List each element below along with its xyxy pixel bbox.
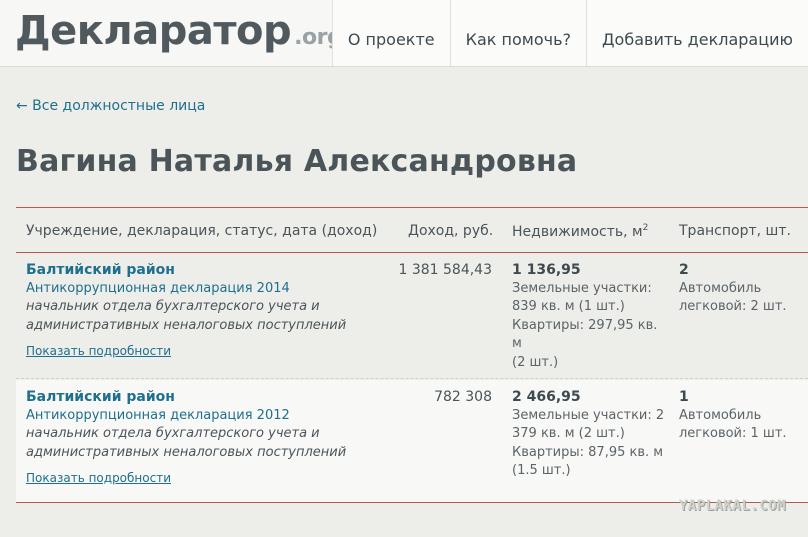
declaration-link[interactable]: Антикоррупционная декларация 2014 [26, 280, 396, 299]
position-line-1: начальник отдела бухгалтерского учета и [26, 426, 320, 441]
property-detail-line: Земельные участки: [512, 280, 652, 296]
property-detail-line: Квартиры: 87,95 кв. м [512, 444, 664, 460]
property-detail-line: Земельные участки: 2 [512, 407, 665, 423]
col-header-institution: Учреждение, декларация, статус, дата (до… [26, 223, 378, 239]
transport-detail-line: Автомобиль [679, 407, 762, 423]
logo-main-text: Декларатор [15, 8, 292, 54]
institution-cell: Балтийский район Антикоррупционная декла… [26, 261, 396, 362]
income-cell: 782 308 [434, 389, 492, 405]
transport-detail-line: легковой: 1 шт. [679, 426, 787, 441]
watermark: YAPLAKAL.COM [678, 498, 786, 514]
property-detail-line: (1.5 шт.) [512, 463, 571, 478]
show-details-link[interactable]: Показать подробности [26, 342, 171, 361]
property-detail-line: 379 кв. м (2 шт.) [512, 426, 625, 441]
col-header-property-sup: 2 [642, 223, 649, 233]
site-header: Декларатор .org О проекте Как помочь? Доб… [0, 0, 808, 67]
table-row: Балтийский район Антикоррупционная декла… [16, 253, 808, 378]
declaration-link[interactable]: Антикоррупционная декларация 2012 [26, 407, 396, 426]
property-cell: 1 136,95 Земельные участки: 839 кв. м (1… [512, 261, 667, 372]
nav-add-declaration[interactable]: Добавить декларацию [586, 0, 808, 66]
transport-total: 2 [679, 262, 689, 278]
transport-cell: 2 Автомобиль легковой: 2 шт. [679, 261, 789, 317]
col-header-income: Доход, руб. [408, 223, 494, 239]
income-cell: 1 381 584,43 [398, 262, 492, 278]
institution-cell: Балтийский район Антикоррупционная декла… [26, 388, 396, 489]
table-row: Балтийский район Антикоррупционная декла… [16, 380, 808, 502]
declarations-table: Учреждение, декларация, статус, дата (до… [16, 207, 808, 503]
transport-detail-line: Автомобиль [679, 280, 762, 296]
property-total: 1 136,95 [512, 262, 581, 278]
site-logo[interactable]: Декларатор .org [15, 8, 343, 54]
institution-name-link[interactable]: Балтийский район [26, 261, 396, 280]
col-header-property-text: Недвижимость, м [512, 224, 643, 240]
col-header-property: Недвижимость, м2 [512, 223, 648, 240]
property-total: 2 466,95 [512, 389, 581, 405]
position-line-1: начальник отдела бухгалтерского учета и [26, 299, 320, 314]
position-line-2: административных неналоговых поступлений [26, 444, 347, 460]
position-line-2: административных неналоговых поступлений [26, 317, 347, 333]
transport-cell: 1 Автомобиль легковой: 1 шт. [679, 388, 789, 444]
property-cell: 2 466,95 Земельные участки: 2 379 кв. м … [512, 388, 667, 481]
page-title: Вагина Наталья Александровна [16, 144, 578, 179]
back-to-officials-link[interactable]: ← Все должностные лица [16, 98, 205, 114]
show-details-link[interactable]: Показать подробности [26, 469, 171, 488]
nav-how-to-help[interactable]: Как помочь? [449, 0, 587, 66]
nav-about[interactable]: О проекте [331, 0, 450, 66]
table-header: Учреждение, декларация, статус, дата (до… [16, 208, 808, 252]
institution-name-link[interactable]: Балтийский район [26, 388, 396, 407]
property-detail-line: 839 кв. м (1 шт.) [512, 299, 625, 314]
property-detail-line: Квартиры: 297,95 кв. м [512, 317, 658, 352]
transport-total: 1 [679, 389, 689, 405]
col-header-transport: Транспорт, шт. [679, 223, 791, 239]
transport-detail-line: легковой: 2 шт. [679, 299, 787, 314]
property-detail-line: (2 шт.) [512, 354, 559, 370]
main-nav: О проекте Как помочь? Добавить деклараци… [331, 0, 808, 66]
